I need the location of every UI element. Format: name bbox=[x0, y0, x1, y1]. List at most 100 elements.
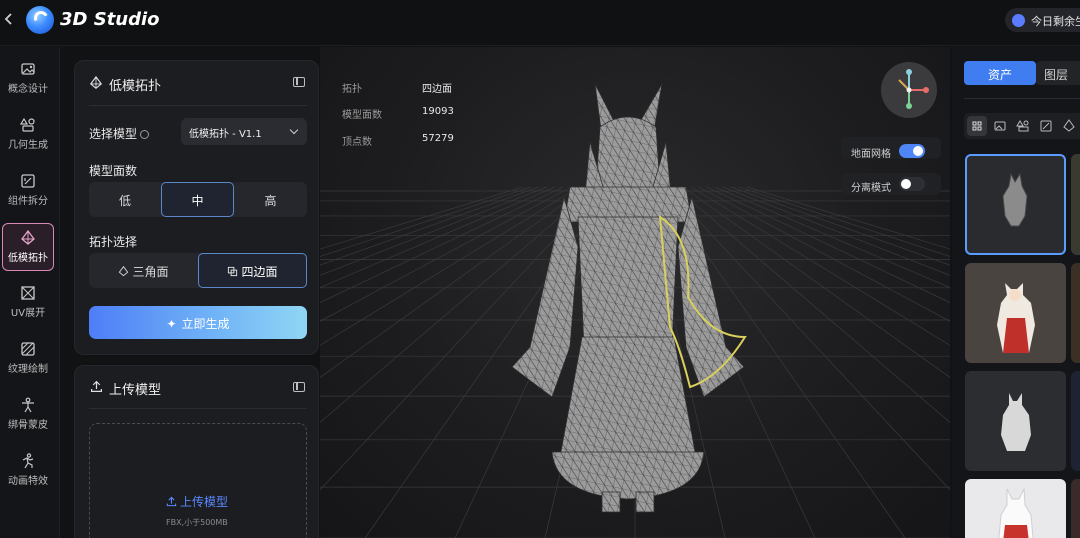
upload-icon bbox=[166, 496, 177, 507]
box-icon[interactable] bbox=[1036, 116, 1056, 136]
quad-mesh-icon bbox=[228, 266, 238, 277]
rail-item-concept-design[interactable]: 概念设计 bbox=[2, 55, 54, 103]
stat-topology-key: 拓扑 bbox=[342, 84, 362, 95]
rail-item-label: 绑骨蒙皮 bbox=[8, 420, 48, 431]
topology-option-triangle[interactable]: 三角面 bbox=[89, 253, 198, 288]
split-mode-toggle[interactable] bbox=[899, 177, 925, 191]
upload-dropzone[interactable]: 上传模型 FBX,小于500MB bbox=[89, 423, 307, 538]
asset-thumb[interactable] bbox=[965, 371, 1066, 471]
asset-thumb[interactable] bbox=[965, 263, 1066, 363]
asset-thumb[interactable] bbox=[965, 154, 1066, 255]
rail-item-label: 低模拓扑 bbox=[8, 253, 48, 264]
rail-item-lowpoly-topology[interactable]: 低模拓扑 bbox=[2, 223, 54, 271]
ground-grid-toggle-row: 地面网格 bbox=[841, 137, 941, 160]
toggle-knob bbox=[913, 146, 923, 156]
uv-unwrap-icon bbox=[21, 286, 35, 300]
divider bbox=[89, 408, 307, 409]
quota-label: 今日剩余生 bbox=[1031, 15, 1080, 28]
rail-item-rigging[interactable]: 绑骨蒙皮 bbox=[2, 391, 54, 439]
axis-gizmo[interactable] bbox=[881, 62, 937, 118]
stat-topology-value: 四边面 bbox=[422, 84, 452, 95]
topology-option-quad[interactable]: 四边面 bbox=[198, 253, 307, 288]
generate-label: 立即生成 bbox=[181, 317, 230, 331]
panel-collapse-icon[interactable] bbox=[293, 77, 305, 87]
faces-option-low[interactable]: 低 bbox=[89, 182, 161, 217]
triangle-mesh-icon bbox=[119, 265, 129, 277]
model-select-label: 选择模型 bbox=[89, 125, 150, 142]
rail-item-geometry[interactable]: 几何生成 bbox=[2, 111, 54, 159]
lowpoly-icon[interactable] bbox=[1059, 116, 1079, 136]
shapes-icon bbox=[20, 117, 35, 132]
generate-button[interactable]: ✦ 立即生成 bbox=[89, 306, 307, 339]
rail-item-label: UV展开 bbox=[10, 308, 46, 319]
panel-title: 上传模型 bbox=[109, 383, 162, 398]
image-icon[interactable] bbox=[990, 116, 1010, 136]
asset-thumb[interactable] bbox=[1071, 371, 1080, 471]
rail-item-label: 组件拆分 bbox=[8, 196, 48, 207]
3d-viewport[interactable]: 拓扑 四边面 模型面数 19093 顶点数 57279 地面网格 分离模式 bbox=[320, 47, 950, 538]
asset-thumb[interactable] bbox=[1071, 479, 1080, 538]
rail-item-uv-unwrap[interactable]: UV展开 bbox=[2, 279, 54, 327]
tab-layers[interactable]: 图层 bbox=[1036, 61, 1080, 85]
model-label-text: 选择模型 bbox=[89, 127, 138, 141]
image-plus-icon bbox=[21, 63, 35, 75]
rig-figure-icon bbox=[22, 397, 34, 413]
split-box-icon bbox=[21, 174, 35, 188]
divider bbox=[964, 98, 1080, 99]
top-bar: 3D Studio 今日剩余生 bbox=[0, 0, 1080, 46]
faces-label: 模型面数 bbox=[89, 164, 138, 178]
grid-icon[interactable] bbox=[967, 116, 987, 136]
rail-item-texture-paint[interactable]: 纹理绘制 bbox=[2, 335, 54, 383]
running-figure-icon bbox=[22, 453, 34, 469]
topology-label: 拓扑选择 bbox=[89, 235, 138, 249]
shapes-icon[interactable] bbox=[1013, 116, 1033, 136]
back-chevron-icon[interactable] bbox=[4, 11, 18, 31]
app-title: 3D Studio bbox=[60, 9, 160, 30]
topology-segmented: 三角面 四边面 bbox=[89, 253, 307, 288]
lowpoly-icon bbox=[89, 76, 103, 89]
faces-segmented: 低 中 高 bbox=[89, 182, 307, 217]
tab-assets[interactable]: 资产 bbox=[964, 61, 1036, 85]
faces-option-high[interactable]: 高 bbox=[234, 182, 307, 217]
faces-option-medium[interactable]: 中 bbox=[161, 182, 234, 217]
model-select[interactable]: 低模拓扑 - V1.1 bbox=[181, 118, 307, 145]
upload-icon bbox=[91, 380, 102, 392]
chevron-down-icon bbox=[289, 125, 299, 135]
rail-item-label: 动画特效 bbox=[8, 476, 48, 487]
divider bbox=[89, 105, 307, 106]
panel-collapse-icon[interactable] bbox=[293, 382, 305, 392]
rail-item-label: 几何生成 bbox=[8, 140, 48, 151]
rail-item-animation[interactable]: 动画特效 bbox=[2, 447, 54, 495]
split-mode-toggle-row: 分离模式 bbox=[841, 173, 941, 195]
lowpoly-icon bbox=[21, 230, 35, 245]
rail-item-label: 纹理绘制 bbox=[8, 364, 48, 375]
asset-thumb[interactable] bbox=[1071, 154, 1080, 255]
toggle-label: 分离模式 bbox=[851, 183, 891, 194]
panel-title: 低模拓扑 bbox=[109, 79, 162, 94]
toggle-label: 地面网格 bbox=[851, 149, 891, 160]
upload-hint: FBX,小于500MB bbox=[166, 518, 228, 527]
toggle-knob bbox=[901, 179, 911, 189]
axis-gizmo-icon bbox=[898, 69, 929, 109]
model-preview bbox=[511, 83, 747, 513]
rail-item-label: 概念设计 bbox=[8, 84, 48, 95]
asset-thumb[interactable] bbox=[965, 479, 1066, 538]
model-select-value: 低模拓扑 - V1.1 bbox=[189, 129, 262, 140]
topology-panel: 低模拓扑 选择模型 低模拓扑 - V1.1 模型面数 低 中 高 拓扑选择 三角… bbox=[74, 60, 319, 355]
upload-panel: 上传模型 上传模型 FBX,小于500MB bbox=[74, 365, 319, 538]
stat-faces-value: 19093 bbox=[422, 106, 454, 117]
quota-icon bbox=[1012, 14, 1025, 27]
texture-brush-icon bbox=[21, 342, 35, 356]
stat-faces-key: 模型面数 bbox=[342, 110, 382, 121]
quota-badge[interactable]: 今日剩余生 bbox=[1005, 8, 1080, 32]
rail-item-component-split[interactable]: 组件拆分 bbox=[2, 167, 54, 215]
assets-panel: 资产 图层 bbox=[952, 47, 1080, 538]
asset-thumb[interactable] bbox=[1071, 263, 1080, 363]
stat-vertices-value: 57279 bbox=[422, 133, 454, 144]
tool-rail: 概念设计 几何生成 组件拆分 低模拓扑 UV展开 纹理绘制 绑骨蒙皮 动画特效 bbox=[0, 47, 60, 538]
sparkle-icon: ✦ bbox=[166, 317, 177, 331]
info-icon[interactable] bbox=[140, 130, 150, 139]
upload-link[interactable]: 上传模型 bbox=[166, 493, 228, 510]
stat-vertices-key: 顶点数 bbox=[342, 137, 372, 148]
ground-grid-toggle[interactable] bbox=[899, 144, 925, 158]
